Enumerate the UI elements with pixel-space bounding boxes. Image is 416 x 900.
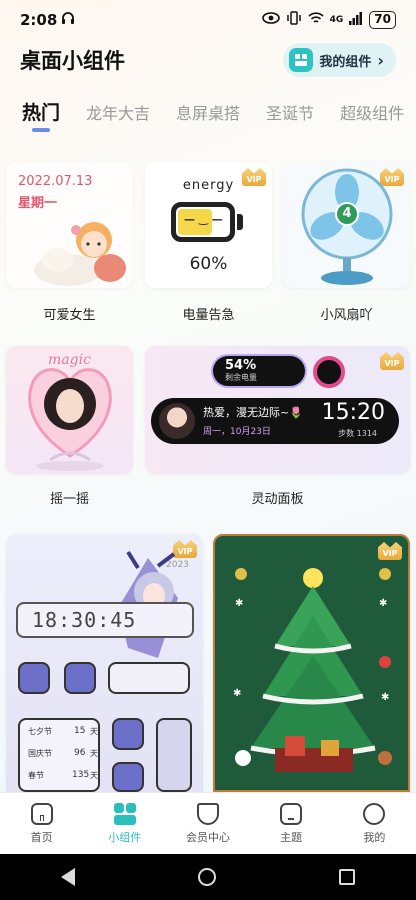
battery-pill-label: 剩余电量 (225, 373, 257, 382)
nav-profile[interactable]: 我的 (339, 802, 409, 845)
home-icon (30, 802, 53, 825)
tab-super-widget[interactable]: 超级组件 (340, 92, 404, 124)
wifi-icon (308, 11, 324, 29)
profile-icon (363, 802, 386, 825)
countdown-unit-3: 天 (90, 771, 98, 780)
energy-percent: 60% (189, 254, 228, 274)
widget-weekday: 星期一 (18, 196, 58, 211)
widget-card-anime-set[interactable]: VIP 2023 18:30:45 七夕节 15 天 国庆节 96 天 春节 1… (6, 534, 203, 792)
my-widgets-button[interactable]: 我的组件 › (283, 43, 396, 77)
battery-indicator: 70 (369, 11, 396, 29)
energy-title: energy (182, 178, 235, 193)
christmas-tree-illustration: ✱ ✱ ✱ ✱ (233, 568, 392, 772)
eye-icon (261, 12, 280, 28)
system-nav-bar (0, 854, 416, 900)
vibrate-icon (286, 11, 302, 29)
countdown-days-1: 15 (74, 726, 86, 736)
header: 桌面小组件 我的组件 › (0, 40, 416, 80)
chevron-right-icon: › (377, 50, 384, 70)
recent-apps-icon[interactable] (338, 869, 355, 885)
status-time: 2:08 (20, 11, 58, 29)
battery-pill-percent: 54% (225, 358, 257, 373)
nav-themes[interactable]: 主题 (256, 802, 326, 845)
battery-pill: 54% 剩余电量 (213, 356, 305, 386)
headphones-icon (61, 11, 75, 29)
dynamic-island: 热爱，漫无边际~🌷 周一，10月23日 15:20 步数 1314 (151, 398, 399, 444)
nav-widgets[interactable]: 小组件 (90, 802, 160, 845)
widget-card-fan[interactable]: VIP 4 (283, 162, 410, 288)
countdown-days-3: 135 (72, 770, 90, 780)
widget-label-dynamic-panel: 灵动面板 (251, 492, 304, 507)
theme-icon (280, 802, 303, 825)
countdown-name-3: 春节 (28, 771, 44, 780)
fan-icon (301, 168, 393, 285)
network-label: 4G (329, 15, 344, 25)
ring-icon (313, 356, 345, 388)
island-date: 周一，10月23日 (203, 427, 271, 437)
nav-profile-label: 我的 (363, 830, 386, 844)
clock-time: 18:30:45 (32, 608, 137, 632)
widget-card-cute-girl[interactable]: 2022.07.13 星期一 (6, 162, 133, 288)
photo-tile (156, 718, 192, 792)
signal-icon (349, 11, 363, 29)
widget-card-shake[interactable]: magic (6, 346, 133, 474)
nav-themes-label: 主题 (280, 830, 303, 844)
bottom-nav: 首页 小组件 会员中心 主题 我的 (0, 792, 416, 854)
nav-home[interactable]: 首页 (7, 802, 77, 845)
tab-christmas[interactable]: 圣诞节 (266, 92, 314, 124)
status-bar: 2:08 4G 70 (0, 0, 416, 40)
my-widgets-label: 我的组件 (319, 54, 372, 70)
countdown-panel: 七夕节 15 天 国庆节 96 天 春节 135 天 (18, 718, 100, 792)
widget-label-shake: 摇一摇 (49, 492, 89, 507)
girl-portrait-frame (28, 368, 112, 471)
cute-girl-illustration (34, 222, 126, 286)
crown-icon (196, 802, 219, 825)
countdown-unit-2: 天 (90, 749, 98, 758)
island-message: 热爱，漫无边际~🌷 (203, 406, 303, 419)
nav-vip-center[interactable]: 会员中心 (173, 802, 243, 845)
nav-vip-label: 会员中心 (185, 830, 230, 844)
battery-face-icon: — ‿ — (171, 202, 235, 242)
nav-widgets-label: 小组件 (108, 830, 142, 844)
svg-text:✱: ✱ (233, 688, 241, 699)
app-icon-phone (112, 718, 144, 750)
tab-dragon-year[interactable]: 龙年大吉 (86, 92, 150, 124)
home-circle-icon[interactable] (197, 868, 216, 886)
widgets-icon (289, 48, 314, 72)
island-time: 15:20 (321, 400, 385, 425)
countdown-name-2: 国庆节 (28, 749, 52, 758)
app-icon-weibo (112, 762, 144, 792)
widget-label-low-battery: 电量告急 (182, 308, 235, 323)
svg-text:✱: ✱ (381, 692, 389, 703)
widget-label-cute-girl: 可爱女生 (43, 308, 96, 323)
countdown-days-2: 96 (74, 748, 86, 758)
svg-text:✱: ✱ (379, 598, 387, 609)
vip-badge: VIP (380, 352, 404, 370)
app-icon-wechat (64, 662, 96, 694)
widget-card-low-battery[interactable]: VIP energy — ‿ — 60% (145, 162, 272, 288)
category-tabs: 热门 龙年大吉 息屏桌搭 圣诞节 超级组件 (0, 92, 416, 138)
avatar (159, 403, 195, 439)
back-icon[interactable] (61, 868, 76, 886)
countdown-name-1: 七夕节 (28, 727, 52, 736)
widgets-grid-icon (113, 802, 136, 825)
nav-home-label: 首页 (30, 830, 53, 844)
svg-text:✱: ✱ (235, 598, 243, 609)
app-icon-tiktok (108, 662, 190, 694)
widget-card-dynamic-panel[interactable]: VIP 54% 剩余电量 热爱，漫无边际~🌷 周一，10月23日 15:20 步… (145, 346, 410, 474)
tab-screen-off[interactable]: 息屏桌搭 (176, 92, 240, 124)
clock-widget: 18:30:45 (16, 602, 194, 638)
widget-date: 2022.07.13 (18, 174, 93, 189)
app-icon-ghost (18, 662, 50, 694)
fan-speed-number: 4 (342, 206, 352, 221)
widget-label-fan: 小风扇吖 (320, 308, 373, 323)
widget-card-christmas-tree[interactable]: VIP ✱ ✱ ✱ ✱ (213, 534, 410, 792)
countdown-unit-1: 天 (90, 727, 98, 736)
island-steps: 步数 1314 (338, 429, 377, 438)
tab-hot[interactable]: 热门 (22, 92, 60, 125)
page-title: 桌面小组件 (20, 49, 125, 73)
